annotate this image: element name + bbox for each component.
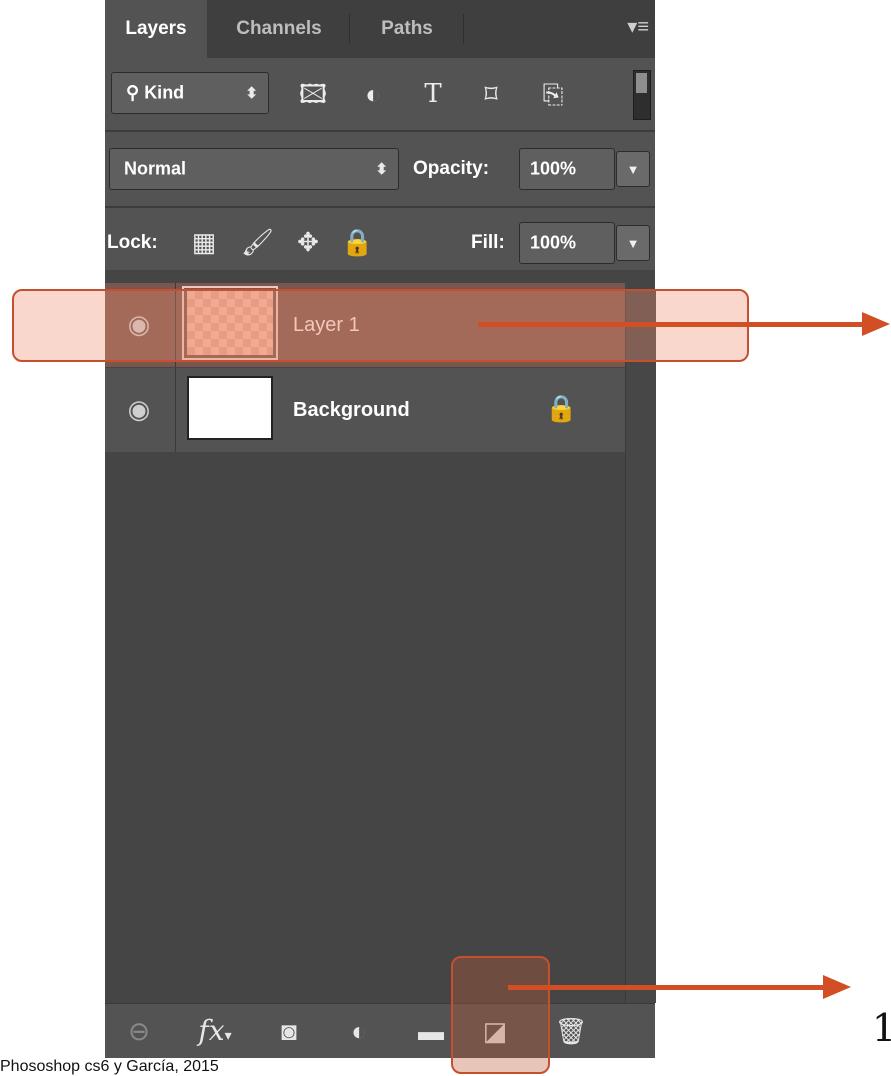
arrow-head-icon xyxy=(862,312,890,336)
opacity-value: 100% xyxy=(530,158,577,179)
tab-divider xyxy=(463,14,464,44)
adjustment-filter-icon[interactable]: ◐ xyxy=(355,74,391,114)
fill-dropdown-button[interactable]: ▼ xyxy=(616,225,650,261)
panel-tabs: Layers Channels Paths ▾≡ xyxy=(105,0,655,58)
fx-icon[interactable]: fx▾ xyxy=(193,1012,237,1050)
shape-filter-icon[interactable]: ⌑ xyxy=(473,74,509,114)
panel-bottom-toolbar: ⊖ fx▾ ◙ ◐ ▬ ◪ 🗑 xyxy=(105,1003,655,1058)
visibility-column: ◉ xyxy=(105,368,176,452)
filter-kind-label: ⚲ Kind xyxy=(126,82,185,103)
type-filter-icon[interactable]: T xyxy=(415,74,451,114)
lock-transparent-pixels-icon[interactable]: ▦ xyxy=(189,224,219,260)
layers-panel: Layers Channels Paths ▾≡ ⚲ Kind ⬍ 🖾 ◐ T … xyxy=(105,0,656,1058)
fx-label: fx xyxy=(198,1014,225,1047)
panel-menu-icon[interactable]: ▾≡ xyxy=(627,14,649,39)
filter-toggle-switch[interactable] xyxy=(633,70,651,120)
folder-icon[interactable]: ▬ xyxy=(409,1012,453,1050)
image-filter-icon[interactable]: 🖾 xyxy=(295,74,331,114)
arrow-head-icon xyxy=(823,975,851,999)
tab-divider xyxy=(349,14,350,44)
layers-scrollbar[interactable] xyxy=(625,290,656,1003)
opacity-dropdown-button[interactable]: ▼ xyxy=(616,151,650,187)
arrow-shaft xyxy=(508,985,824,990)
tab-paths[interactable]: Paths xyxy=(355,0,459,58)
blend-mode-value: Normal xyxy=(124,158,187,179)
layer-thumbnail xyxy=(187,376,273,440)
fill-value: 100% xyxy=(530,232,577,253)
fill-input[interactable]: 100% xyxy=(519,222,615,264)
layer-name: Background xyxy=(293,399,410,421)
divider xyxy=(105,130,655,132)
opacity-label: Opacity: xyxy=(413,158,490,179)
blend-mode-select[interactable]: Normal ⬍ xyxy=(109,148,399,190)
new-layer-button-highlight xyxy=(451,956,550,1074)
filter-kind-select[interactable]: ⚲ Kind ⬍ xyxy=(111,72,269,114)
divider xyxy=(105,206,655,208)
image-caption: Phososhop cs6 y García, 2015 xyxy=(0,1058,219,1075)
layer-row-background[interactable]: ◉ Background 🔒 xyxy=(105,368,625,452)
arrow-shaft xyxy=(478,322,863,327)
trash-icon[interactable]: 🗑 xyxy=(549,1012,593,1050)
callout-number: 1 xyxy=(872,1006,891,1050)
eye-icon[interactable]: ◉ xyxy=(119,394,159,424)
smart-object-filter-icon[interactable]: ⎘ xyxy=(535,74,571,114)
updown-chevron-icon: ⬍ xyxy=(245,85,258,102)
adjustment-layer-icon[interactable]: ◐ xyxy=(337,1012,381,1050)
lock-position-icon[interactable]: ✥ xyxy=(293,224,323,260)
mask-icon[interactable]: ◙ xyxy=(267,1012,311,1050)
updown-chevron-icon: ⬍ xyxy=(375,161,388,178)
lock-icon: 🔒 xyxy=(545,393,578,423)
tab-channels[interactable]: Channels xyxy=(213,0,345,58)
opacity-input[interactable]: 100% xyxy=(519,148,615,190)
lock-label: Lock: xyxy=(107,232,158,253)
lock-all-icon[interactable]: 🔒 xyxy=(341,224,373,260)
lock-image-pixels-icon[interactable]: 🖌 xyxy=(241,224,274,260)
fill-label: Fill: xyxy=(471,232,505,253)
search-icon: ⚲ xyxy=(126,82,145,103)
tab-layers[interactable]: Layers xyxy=(105,0,207,58)
link-layers-icon[interactable]: ⊖ xyxy=(117,1012,161,1050)
